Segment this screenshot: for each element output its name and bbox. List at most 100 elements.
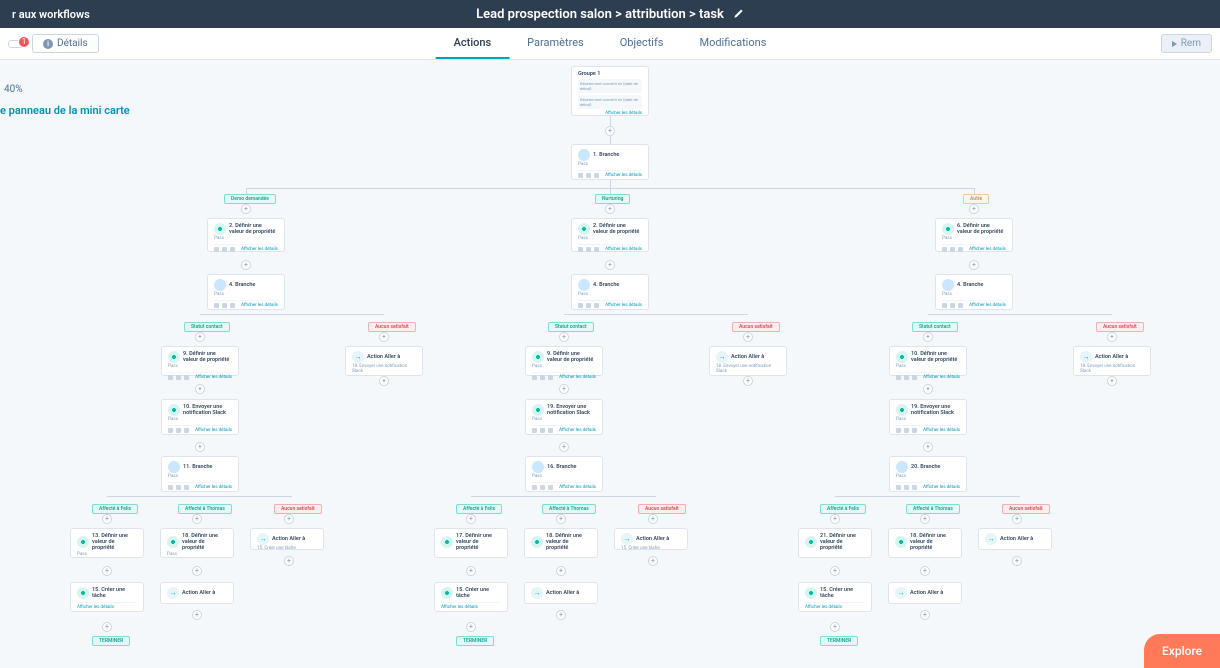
action-card[interactable]: 2. Définir une valeur de propriété Pass … [571, 218, 649, 252]
add-step[interactable]: + [556, 610, 566, 620]
add-step[interactable]: + [923, 384, 933, 394]
branch-card[interactable]: 11. Branche Pass Afficher les détails [161, 456, 239, 492]
add-step[interactable]: + [192, 566, 202, 576]
action-card[interactable]: 15. Créer une tâche Afficher les détails [434, 582, 508, 612]
action-card[interactable]: 17. Définir une valeur de propriété [434, 528, 508, 558]
add-step[interactable]: + [195, 384, 205, 394]
branch-card[interactable]: 16. Branche Pass Afficher les détails [525, 456, 603, 492]
add-step[interactable]: + [192, 610, 202, 620]
trigger-card[interactable]: Groupe 1 Récemment converti en (date de … [571, 66, 649, 116]
add-step[interactable]: + [830, 622, 840, 632]
connector [928, 314, 1112, 315]
goto-card[interactable]: →Action Aller à [524, 582, 598, 604]
add-step[interactable]: + [559, 442, 569, 452]
edit-icon[interactable] [732, 8, 744, 20]
explorer-button[interactable]: Explore [1144, 634, 1220, 668]
action-card[interactable]: 18. Définir une valeur de propriété Pass [160, 528, 234, 558]
add-step[interactable]: + [969, 204, 979, 214]
add-step[interactable]: + [648, 556, 658, 566]
add-step[interactable]: + [923, 332, 933, 342]
add-step[interactable]: + [466, 622, 476, 632]
workflow-canvas[interactable]: 40% e panneau de la mini carte Groupe 1 … [0, 60, 1220, 668]
branch-card[interactable]: 4. Branche Pass Afficher les détails [571, 274, 649, 310]
action-card[interactable]: 2. Définir une valeur de propriété Pass … [207, 218, 285, 252]
add-step[interactable]: + [102, 622, 112, 632]
tab-objectifs[interactable]: Objectifs [602, 28, 682, 59]
details-button[interactable]: i Détails [32, 34, 99, 53]
action-card[interactable]: 9. Définir une valeur de propriété Pass … [525, 346, 603, 376]
action-card[interactable]: 9. Définir une valeur de propriété Pass … [161, 346, 239, 376]
action-card[interactable]: 15. Créer une tâche Afficher les détails [70, 582, 144, 612]
title-text: Lead prospection salon > attribution > t… [476, 7, 724, 22]
add-step[interactable]: + [556, 566, 566, 576]
add-step[interactable]: + [969, 260, 979, 270]
action-card[interactable]: 13. Définir une valeur de propriété Pass [70, 528, 144, 558]
action-card[interactable]: 10. Envoyer une notification Slack Pass … [161, 399, 239, 435]
add-step[interactable]: + [920, 514, 930, 524]
add-step[interactable]: + [1012, 556, 1022, 566]
goto-card[interactable]: →Action Aller à [978, 528, 1052, 550]
add-step[interactable]: + [241, 260, 251, 270]
add-step[interactable]: + [102, 514, 112, 524]
action-card[interactable]: 19. Envoyer une notification Slack Pass … [525, 399, 603, 435]
branch-card[interactable]: 4. Branche Pass Afficher les détails [935, 274, 1013, 310]
add-step[interactable]: + [284, 556, 294, 566]
tab-modifications[interactable]: Modifications [681, 28, 784, 59]
action-card[interactable]: 15. Créer une tâche Afficher les détails [798, 582, 872, 612]
add-step[interactable]: + [830, 514, 840, 524]
tab-parametres[interactable]: Paramètres [509, 28, 602, 59]
add-step[interactable]: + [605, 204, 615, 214]
add-step[interactable]: + [379, 376, 389, 386]
back-link[interactable]: r aux workflows [12, 8, 90, 21]
goto-card[interactable]: →Action Aller à 15. Créer une tâche [614, 528, 688, 550]
action-card[interactable]: 21. Définir une valeur de propriété [798, 528, 872, 558]
add-step[interactable]: + [743, 376, 753, 386]
add-step[interactable]: + [648, 514, 658, 524]
add-step[interactable]: + [556, 514, 566, 524]
branch-card[interactable]: 20. Branche Pass Afficher les détails [889, 456, 967, 492]
connector [835, 496, 1020, 497]
add-step[interactable]: + [284, 514, 294, 524]
add-step[interactable]: + [195, 442, 205, 452]
add-step[interactable]: + [830, 566, 840, 576]
action-card[interactable]: 18. Définir une valeur de propriété [524, 528, 598, 558]
branch-card[interactable]: 4. Branche Pass Afficher les détails [207, 274, 285, 310]
tab-actions[interactable]: Actions [436, 28, 510, 59]
add-step[interactable]: + [605, 126, 615, 136]
add-step[interactable]: + [102, 566, 112, 576]
goto-card[interactable]: →Action Aller à 18. Envoyer une notifica… [345, 346, 423, 376]
add-step[interactable]: + [923, 442, 933, 452]
arrow-icon: → [531, 587, 543, 599]
arrow-icon: → [352, 351, 364, 363]
add-step[interactable]: + [195, 332, 205, 342]
action-card[interactable]: 6. Définir une valeur de propriété Pass … [935, 218, 1013, 252]
goto-card[interactable]: →Action Aller à 15. Créer une tâche [250, 528, 324, 550]
action-card[interactable]: 10. Définir une valeur de propriété Pass… [889, 346, 967, 376]
add-step[interactable]: + [1107, 332, 1117, 342]
add-step[interactable]: + [1012, 514, 1022, 524]
add-step[interactable]: + [559, 332, 569, 342]
connector [610, 180, 611, 188]
action-icon [441, 587, 453, 599]
add-step[interactable]: + [559, 384, 569, 394]
goto-card[interactable]: →Action Aller à [888, 582, 962, 604]
review-button[interactable]: Rem [1161, 34, 1212, 53]
goto-card[interactable]: →Action Aller à 18. Envoyer une notifica… [709, 346, 787, 376]
goto-card[interactable]: →Action Aller à [160, 582, 234, 604]
add-step[interactable]: + [1107, 376, 1117, 386]
add-step[interactable]: + [466, 566, 476, 576]
branch-card-1[interactable]: 1. Branche Pass Afficher les détails [571, 144, 649, 180]
action-card[interactable]: 19. Envoyer une notification Slack Pass … [889, 399, 967, 435]
action-card[interactable]: 18. Définir une valeur de propriété [888, 528, 962, 558]
add-step[interactable]: + [920, 566, 930, 576]
add-step[interactable]: + [466, 514, 476, 524]
add-step[interactable]: + [192, 514, 202, 524]
minimap-toggle[interactable]: e panneau de la mini carte [0, 104, 130, 117]
add-step[interactable]: + [241, 204, 251, 214]
alerts-button[interactable]: 1 [8, 40, 26, 48]
add-step[interactable]: + [920, 610, 930, 620]
goto-card[interactable]: →Action Aller à 18. Envoyer une notifica… [1073, 346, 1151, 376]
add-step[interactable]: + [605, 260, 615, 270]
add-step[interactable]: + [743, 332, 753, 342]
add-step[interactable]: + [379, 332, 389, 342]
